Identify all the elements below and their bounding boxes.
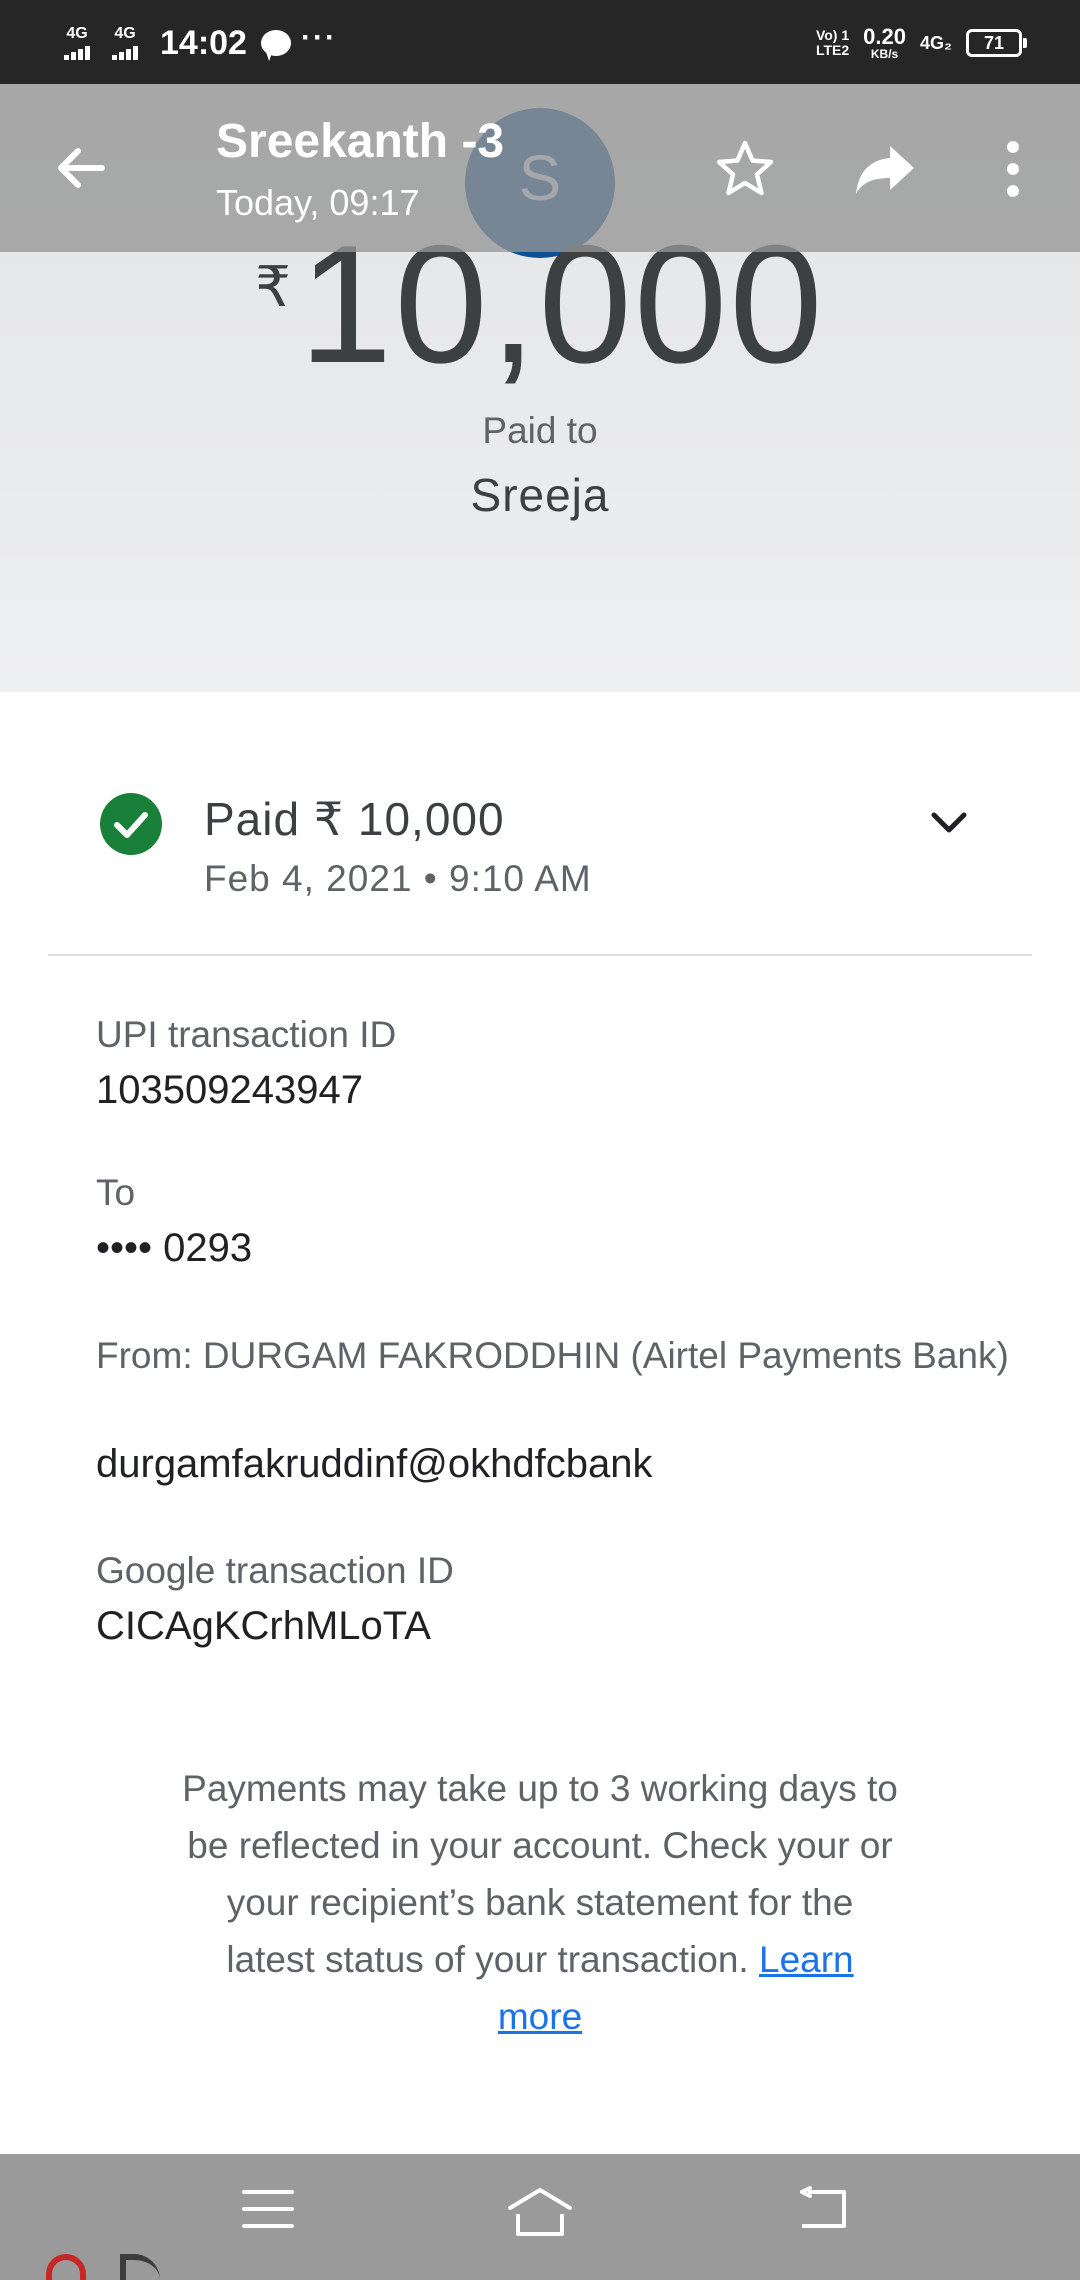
to-account-value: •••• 0293 bbox=[96, 1226, 253, 1270]
status-bar: 4G 4G 14:02 ··· Vo) 1 LTE2 0.20 KB/s 4G₂… bbox=[0, 0, 1080, 84]
processing-note: Payments may take up to 3 working days t… bbox=[180, 1760, 900, 2045]
upi-transaction-id-value: 103509243947 bbox=[96, 1068, 363, 1112]
viewer-toolbar: Sreekanth -3 Today, 09:17 bbox=[0, 84, 1080, 252]
back-icon[interactable] bbox=[794, 2184, 850, 2234]
from-upi-id-value: durgamfakruddinf@okhdfcbank bbox=[96, 1442, 653, 1486]
status-time: 14:02 bbox=[160, 23, 247, 62]
success-check-icon bbox=[100, 793, 162, 855]
paid-to-label: Paid to bbox=[482, 410, 598, 451]
payment-date: Feb 4, 2021 • 9:10 AM bbox=[204, 858, 592, 899]
volte-indicator: Vo) 1 LTE2 bbox=[816, 28, 849, 58]
volte-top-label: Vo) 1 bbox=[815, 27, 850, 43]
google-transaction-id-value: CICAgKCrhMLoTA bbox=[96, 1604, 431, 1648]
upi-transaction-id-label: UPI transaction ID bbox=[96, 1014, 397, 1055]
to-label: To bbox=[96, 1172, 136, 1213]
signal-sim1-icon: 4G bbox=[58, 26, 96, 60]
from-label: From: DURGAM FAKRODDHIN (Airtel Payments… bbox=[96, 1335, 1009, 1376]
recent-apps-icon[interactable] bbox=[240, 2184, 296, 2234]
star-icon[interactable] bbox=[714, 138, 776, 200]
google-transaction-id-label: Google transaction ID bbox=[96, 1550, 454, 1591]
payee-name: Sreeja bbox=[470, 469, 610, 521]
volte-bottom-label: LTE2 bbox=[815, 42, 850, 58]
divider bbox=[48, 954, 1032, 956]
system-navigation-bar bbox=[0, 2154, 1080, 2280]
more-notifications-icon: ··· bbox=[300, 21, 337, 54]
battery-icon: 71 bbox=[966, 29, 1027, 57]
sim1-network-label: 4G bbox=[66, 25, 88, 42]
conversation-title: Sreekanth -3 bbox=[216, 115, 505, 168]
network-speed-unit: KB/s bbox=[870, 47, 899, 61]
share-forward-icon[interactable] bbox=[852, 138, 918, 200]
conversation-subtitle: Today, 09:17 bbox=[216, 182, 420, 223]
network-type: 4G₂ bbox=[919, 32, 952, 53]
network-speed: 0.20 KB/s bbox=[863, 24, 906, 61]
network-speed-value: 0.20 bbox=[863, 24, 906, 49]
payment-status-title: Paid ₹ 10,000 bbox=[204, 793, 505, 845]
chevron-down-icon[interactable] bbox=[926, 800, 972, 846]
message-notification-icon bbox=[260, 30, 291, 56]
back-arrow-icon[interactable] bbox=[52, 138, 112, 198]
home-icon[interactable] bbox=[504, 2184, 576, 2240]
sim2-network-label: 4G bbox=[114, 25, 136, 42]
currency-symbol: ₹ bbox=[255, 255, 291, 318]
more-options-icon[interactable] bbox=[998, 138, 1028, 200]
signal-sim2-icon: 4G bbox=[106, 26, 144, 60]
